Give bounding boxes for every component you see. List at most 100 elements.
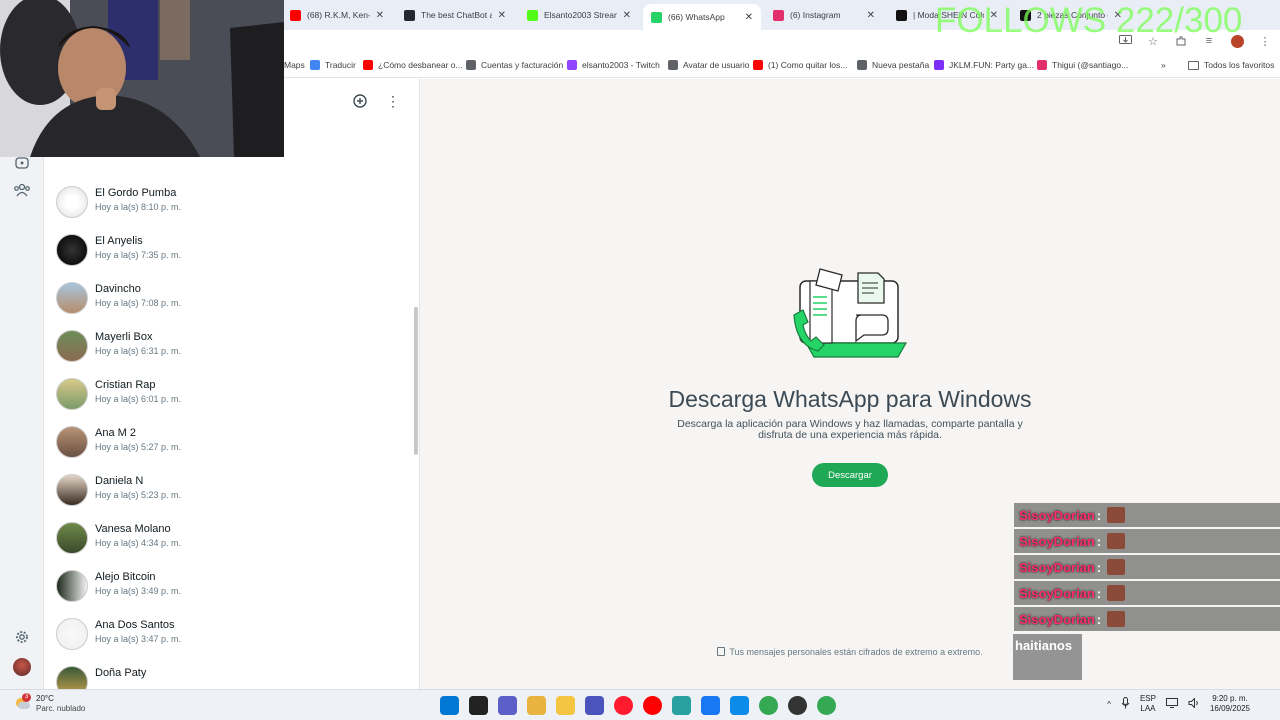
browser-tab[interactable]: (6) Instagram ✕ [765, 4, 883, 26]
volume-icon[interactable] [1188, 697, 1200, 710]
tab-close-icon[interactable]: ✕ [498, 10, 506, 21]
taskbar-app-icon[interactable] [817, 696, 836, 715]
system-tray: ^ ESP LAA 9:20 p. m. 16/09/2025 [1107, 694, 1250, 714]
new-chat-icon[interactable] [352, 93, 368, 109]
contact-name: Cristian Rap [95, 379, 156, 391]
tab-favicon-icon [896, 9, 907, 21]
contact-name: Ana Dos Santos [95, 619, 175, 631]
bookmark-favicon-icon [668, 60, 678, 70]
contact-name: Mayerli Box [95, 331, 153, 343]
bookmark-item[interactable]: Nueva pestaña [857, 60, 929, 70]
stream-chat-colon: : [1096, 507, 1102, 523]
chat-row[interactable]: El Gordo Pumba Hoy a la(s) 8:10 p. m. [44, 180, 414, 228]
taskbar-app-icon[interactable] [585, 696, 604, 715]
bookmark-item[interactable]: JKLM.FUN: Party ga... [934, 60, 1034, 70]
taskbar-app-icon[interactable] [498, 696, 517, 715]
bookmark-item[interactable]: elsanto2003 - Twitch [567, 60, 660, 70]
emote-icon [1107, 585, 1126, 601]
contact-avatar [56, 474, 88, 506]
chat-row[interactable]: Alejo Bitcoin Hoy a la(s) 3:49 p. m. [44, 564, 414, 612]
bookmark-label: elsanto2003 - Twitch [582, 60, 660, 70]
taskbar-app-icon[interactable] [556, 696, 575, 715]
bookmark-favicon-icon [567, 60, 577, 70]
chat-row[interactable]: Cristian Rap Hoy a la(s) 6:01 p. m. [44, 372, 414, 420]
chat-list-scrollbar[interactable] [414, 307, 418, 455]
bookmark-item[interactable]: Traducir [310, 60, 356, 70]
emote-icon [1107, 507, 1126, 523]
contact-avatar [56, 426, 88, 458]
chat-row[interactable]: Ana Dos Santos Hoy a la(s) 3:47 p. m. [44, 612, 414, 660]
taskbar-app-icon[interactable] [759, 696, 778, 715]
taskbar-app-icon[interactable] [701, 696, 720, 715]
nav-rail [0, 79, 44, 689]
chat-row[interactable]: Vanesa Molano Hoy a la(s) 4:34 p. m. [44, 516, 414, 564]
settings-gear-icon[interactable] [12, 627, 32, 647]
last-message-time: Hoy a la(s) 6:31 p. m. [95, 346, 182, 356]
contact-avatar [56, 522, 88, 554]
stream-chat-user: SisoyDorian [1019, 585, 1095, 601]
browser-tab[interactable]: The best ChatBot an ✕ [396, 4, 514, 26]
all-favorites-button[interactable]: Todos los favoritos [1188, 60, 1274, 70]
chat-row[interactable]: Daniela N Hoy a la(s) 5:23 p. m. [44, 468, 414, 516]
folder-icon [1188, 60, 1199, 70]
last-message-time: Hoy a la(s) 4:34 p. m. [95, 538, 182, 548]
browser-tab[interactable]: Elsanto2003 Stream ✕ [519, 4, 639, 26]
bookmark-label: JKLM.FUN: Party ga... [949, 60, 1035, 70]
browser-menu-icon[interactable]: ⋮ [1258, 34, 1272, 48]
profile-avatar[interactable] [12, 657, 32, 677]
bookmark-label: Thigui (@santiago... [1052, 60, 1129, 70]
tab-close-icon[interactable]: ✕ [623, 10, 631, 21]
taskbar-app-icon[interactable] [672, 696, 691, 715]
bookmark-favicon-icon [753, 60, 763, 70]
tab-close-icon[interactable]: ✕ [376, 10, 384, 21]
contact-name: Ana M 2 [95, 427, 136, 439]
bookmarks-overflow-button[interactable]: » [1161, 60, 1166, 70]
clock[interactable]: 9:20 p. m. 16/09/2025 [1210, 694, 1250, 714]
browser-tab[interactable]: (68) R.K.M, Ken-Y - D ✕ [282, 4, 392, 26]
tab-close-icon[interactable]: ✕ [745, 12, 753, 23]
follows-goal-overlay: FOLLOWS 222/300 [935, 1, 1243, 40]
tab-close-icon[interactable]: ✕ [867, 10, 875, 21]
bookmark-label: Maps [284, 60, 305, 70]
network-icon[interactable] [1165, 698, 1178, 710]
taskbar-app-icon[interactable] [469, 696, 488, 715]
chat-row[interactable]: Ana M 2 Hoy a la(s) 5:27 p. m. [44, 420, 414, 468]
weather-widget[interactable]: 3 20°C Parc. nublado [14, 693, 85, 714]
last-message-time: Hoy a la(s) 8:10 p. m. [95, 202, 182, 212]
tab-title: Elsanto2003 Stream [544, 10, 617, 20]
language-indicator[interactable]: ESP LAA [1140, 694, 1156, 714]
download-button[interactable]: Descargar [812, 463, 888, 487]
bookmark-label: Nueva pestaña [872, 60, 930, 70]
chat-row[interactable]: El Anyelis Hoy a la(s) 7:35 p. m. [44, 228, 414, 276]
stream-chat-overlay: SisoyDorian: SisoyDorian: SisoyDorian: Siso… [1014, 503, 1280, 633]
chat-row[interactable]: Davincho Hoy a la(s) 7:08 p. m. [44, 276, 414, 324]
tab-title: (68) R.K.M, Ken-Y - D [307, 10, 370, 20]
taskbar-app-icon[interactable] [527, 696, 546, 715]
tray-chevron-icon[interactable]: ^ [1107, 700, 1111, 709]
taskbar-app-icon[interactable] [730, 696, 749, 715]
last-message-time: Hoy a la(s) 5:27 p. m. [95, 442, 182, 452]
bookmark-favicon-icon [363, 60, 373, 70]
communities-icon[interactable] [12, 180, 32, 200]
bookmark-item[interactable]: (1) Como quitar los... [753, 60, 847, 70]
taskbar-app-icon[interactable] [788, 696, 807, 715]
browser-tab[interactable]: (66) WhatsApp ✕ [643, 4, 761, 30]
taskbar-app-icon[interactable] [614, 696, 633, 715]
stream-chat-row: SisoyDorian: [1014, 581, 1280, 605]
taskbar-app-icon[interactable] [643, 696, 662, 715]
bookmark-item[interactable]: Cuentas y facturación [466, 60, 563, 70]
bookmark-item[interactable]: Avatar de usuario [668, 60, 749, 70]
download-subtitle: Descarga la aplicación para Windows y ha… [677, 418, 1023, 441]
bookmark-favicon-icon [1037, 60, 1047, 70]
microphone-icon[interactable] [1121, 697, 1130, 711]
bookmark-item[interactable]: Thigui (@santiago... [1037, 60, 1128, 70]
bookmark-item[interactable]: ¿Cómo desbanear o... [363, 60, 463, 70]
bookmark-label: ¿Cómo desbanear o... [378, 60, 463, 70]
chat-row[interactable]: Mayerli Box Hoy a la(s) 6:31 p. m. [44, 324, 414, 372]
taskbar-app-icon[interactable] [440, 696, 459, 715]
tab-title: The best ChatBot an [421, 10, 492, 20]
menu-dots-icon[interactable]: ⋮ [385, 93, 401, 109]
last-message-time: Hoy a la(s) 3:49 p. m. [95, 586, 182, 596]
bookmark-item[interactable]: Maps [284, 60, 305, 70]
chat-row[interactable]: Doña Paty [44, 660, 414, 689]
